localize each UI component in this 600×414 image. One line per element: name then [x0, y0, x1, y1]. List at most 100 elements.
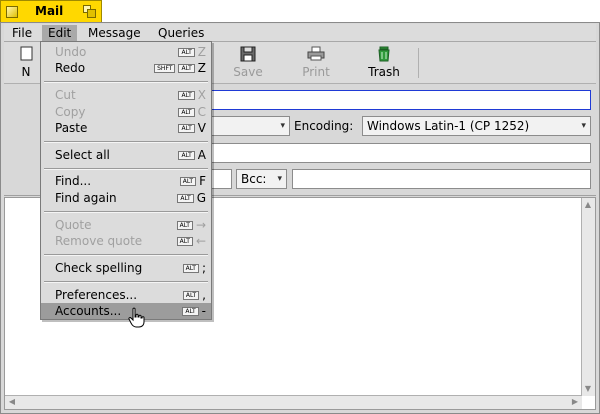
shortcut-key: A — [197, 148, 206, 162]
shortcut-key: F — [199, 174, 206, 188]
shortcut-key: → — [195, 218, 206, 232]
to-field[interactable] — [208, 90, 591, 110]
menu-item-cut[interactable]: Cut ALT X — [41, 87, 211, 103]
alt-key-icon: ALT — [176, 220, 193, 230]
shortcut: ALT C — [178, 104, 206, 120]
trash-button[interactable]: Trash — [354, 46, 414, 82]
shortcut-key: - — [201, 304, 206, 318]
menu-file[interactable]: File — [6, 25, 38, 41]
shortcut: ALT, — [182, 287, 206, 303]
window-title: Mail — [35, 4, 64, 18]
menu-queries[interactable]: Queries — [152, 25, 210, 41]
alt-key-icon: ALT — [182, 263, 199, 273]
scroll-left-icon[interactable]: ◀ — [6, 396, 18, 408]
menu-item-label: Copy — [55, 105, 86, 119]
save-button[interactable]: Save — [218, 46, 278, 82]
shortcut-key: ; — [201, 261, 206, 275]
hand-cursor-icon — [128, 307, 145, 328]
menu-item-copy[interactable]: Copy ALT C — [41, 104, 211, 120]
alt-key-icon: ALT — [177, 193, 194, 203]
shortcut: ALT; — [182, 260, 206, 276]
save-icon — [240, 46, 256, 62]
menu-item-accounts[interactable]: Accounts... ALT - — [41, 303, 211, 319]
close-button[interactable] — [6, 6, 18, 18]
menu-item-label: Quote — [55, 218, 92, 232]
menu-item-preferences[interactable]: Preferences... ALT, — [41, 287, 211, 303]
shortcut-key: Z — [197, 61, 206, 75]
menu-item-label: Paste — [55, 121, 88, 135]
menu-bar: File Edit Message Queries — [4, 24, 596, 42]
new-message-icon — [20, 46, 33, 61]
chevron-down-icon: ▾ — [277, 174, 282, 184]
bcc-label: Bcc: — [241, 172, 267, 186]
alt-key-icon: ALT — [179, 176, 197, 186]
shortcut-key: ← — [195, 234, 206, 248]
subject-field[interactable] — [208, 143, 591, 163]
zoom-icon[interactable] — [83, 5, 96, 18]
menu-separator — [44, 81, 208, 83]
menu-edit[interactable]: Edit — [42, 25, 78, 41]
vertical-scrollbar[interactable]: ▲ ▼ — [581, 198, 595, 396]
menu-message[interactable]: Message — [82, 25, 147, 41]
shift-key-icon: SHFT — [154, 63, 176, 73]
menu-item-select-all[interactable]: Select all ALT A — [41, 147, 211, 163]
shortcut: ALT - — [182, 303, 206, 319]
alt-key-icon: ALT — [176, 236, 193, 246]
shortcut: SHFT ALT Z — [154, 60, 206, 76]
menu-item-check-spelling[interactable]: Check spelling ALT; — [41, 260, 211, 276]
menu-separator — [44, 254, 208, 256]
shortcut: ALT F — [179, 173, 206, 189]
shortcut: ALT X — [178, 87, 206, 103]
alt-key-icon: ALT — [178, 123, 195, 133]
chevron-down-icon: ▾ — [280, 121, 285, 131]
encoding-value: Windows Latin-1 (CP 1252) — [367, 119, 530, 133]
account-popup[interactable]: ▾ — [208, 116, 290, 136]
menu-separator — [44, 211, 208, 213]
print-icon — [307, 46, 325, 61]
save-button-label: Save — [233, 65, 263, 79]
trash-icon — [378, 46, 390, 62]
alt-key-icon: ALT — [178, 47, 195, 57]
alt-key-icon: ALT — [178, 63, 195, 73]
menu-item-find-again[interactable]: Find again ALT G — [41, 190, 211, 206]
scroll-up-icon[interactable]: ▲ — [582, 199, 594, 211]
alt-key-icon: ALT — [178, 107, 195, 117]
menu-item-find[interactable]: Find... ALT F — [41, 173, 211, 189]
window-tab[interactable]: Mail — [0, 0, 102, 22]
alt-key-icon: ALT — [178, 90, 195, 100]
print-button[interactable]: Print — [286, 46, 346, 82]
alt-key-icon: ALT — [182, 290, 200, 300]
menu-item-label: Cut — [55, 88, 76, 102]
menu-item-remove-quote[interactable]: Remove quote ALT ← — [41, 233, 211, 249]
bcc-field[interactable] — [292, 169, 591, 189]
chevron-down-icon: ▾ — [581, 121, 586, 131]
menu-separator — [44, 141, 208, 143]
shortcut-key: X — [197, 88, 206, 102]
menu-separator — [44, 281, 208, 283]
scroll-down-icon[interactable]: ▼ — [582, 383, 594, 395]
menu-item-paste[interactable]: Paste ALT V — [41, 120, 211, 136]
alt-key-icon: ALT — [182, 306, 199, 316]
shortcut: ALT → — [176, 217, 206, 233]
trash-button-label: Trash — [368, 65, 400, 79]
shortcut: ALT Z — [178, 44, 206, 60]
print-button-label: Print — [302, 65, 330, 79]
menu-item-label: Preferences... — [55, 288, 138, 302]
shortcut: ALT A — [178, 147, 206, 163]
encoding-popup[interactable]: Windows Latin-1 (CP 1252) ▾ — [362, 116, 591, 136]
menu-item-quote[interactable]: Quote ALT → — [41, 217, 211, 233]
bcc-popup[interactable]: Bcc: ▾ — [236, 169, 287, 189]
horizontal-scrollbar[interactable]: ◀ ▶ — [5, 395, 582, 409]
edit-menu: Undo ALT Z Redo SHFT ALT Z Cut ALT X Copy AL… — [40, 41, 212, 320]
shortcut-key: , — [202, 288, 206, 302]
menu-item-undo[interactable]: Undo ALT Z — [41, 44, 211, 60]
shortcut-key: C — [197, 105, 206, 119]
shortcut-key: G — [196, 191, 206, 205]
menu-item-redo[interactable]: Redo SHFT ALT Z — [41, 60, 211, 76]
menu-item-label: Accounts... — [55, 304, 122, 318]
scroll-right-icon[interactable]: ▶ — [569, 396, 581, 408]
encoding-label: Encoding: — [294, 119, 354, 133]
shortcut: ALT G — [177, 190, 206, 206]
menu-item-label: Remove quote — [55, 234, 143, 248]
menu-item-label: Undo — [55, 45, 87, 59]
